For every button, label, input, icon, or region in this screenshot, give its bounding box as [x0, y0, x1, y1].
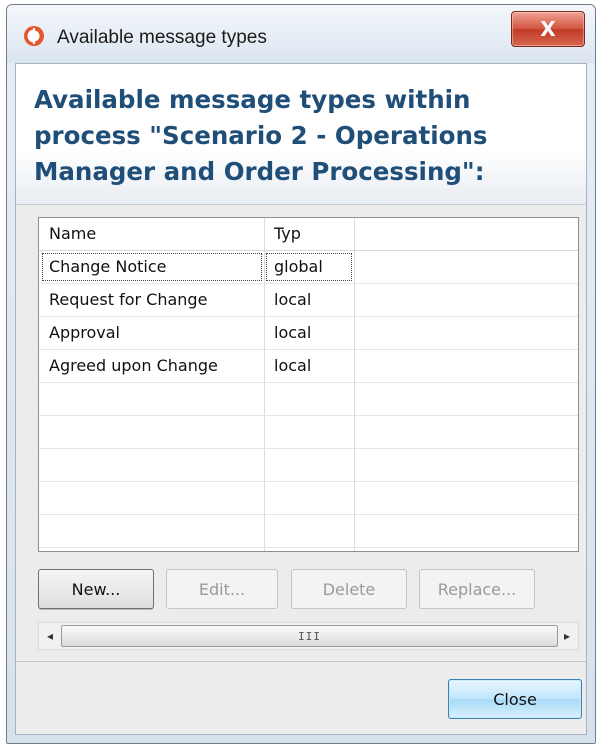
window-close-button[interactable]: X [511, 11, 585, 47]
row-name: Request for Change [49, 290, 208, 309]
edit-button[interactable]: Edit... [166, 569, 278, 609]
close-icon: X [540, 17, 556, 41]
title-bar: Available message types X [7, 5, 595, 63]
row-name: Agreed upon Change [49, 356, 218, 375]
table-row[interactable]: Approval local [39, 317, 578, 350]
window-title: Available message types [57, 27, 267, 48]
close-button[interactable]: Close [448, 679, 582, 719]
table-row[interactable]: Request for Change local [39, 284, 578, 317]
table-row[interactable]: Change Notice global [39, 251, 578, 284]
empty-row [39, 482, 578, 515]
page-title: Available message types within process "… [34, 85, 488, 186]
table-header-row: Name Typ [39, 218, 578, 251]
header-panel: Available message types within process "… [16, 64, 586, 205]
empty-row [39, 449, 578, 482]
message-types-table[interactable]: Name Typ Change Notice global Request fo… [38, 217, 579, 552]
replace-button[interactable]: Replace... [419, 569, 535, 609]
delete-button[interactable]: Delete [291, 569, 407, 609]
empty-row [39, 383, 578, 416]
app-logo-icon [24, 26, 44, 46]
row-name: Change Notice [49, 257, 167, 276]
grip-icon: III [298, 629, 321, 643]
column-header-name[interactable]: Name [49, 218, 259, 250]
row-type: local [274, 356, 312, 375]
footer-divider [16, 661, 586, 662]
dialog-window: Available message types X Available mess… [6, 4, 596, 744]
row-type: local [274, 323, 312, 342]
empty-row [39, 515, 578, 548]
horizontal-scrollbar[interactable]: ◂ III ▸ [38, 622, 579, 650]
scroll-right-icon[interactable]: ▸ [556, 623, 578, 649]
scroll-left-icon[interactable]: ◂ [39, 623, 61, 649]
table-row[interactable]: Agreed upon Change local [39, 350, 578, 383]
row-type: local [274, 290, 312, 309]
row-name: Approval [49, 323, 120, 342]
dialog-content: Available message types within process "… [15, 63, 587, 735]
column-header-type[interactable]: Typ [274, 218, 354, 250]
row-type: global [274, 257, 323, 276]
new-button[interactable]: New... [38, 569, 154, 609]
empty-row [39, 416, 578, 449]
scroll-thumb[interactable]: III [61, 625, 558, 647]
